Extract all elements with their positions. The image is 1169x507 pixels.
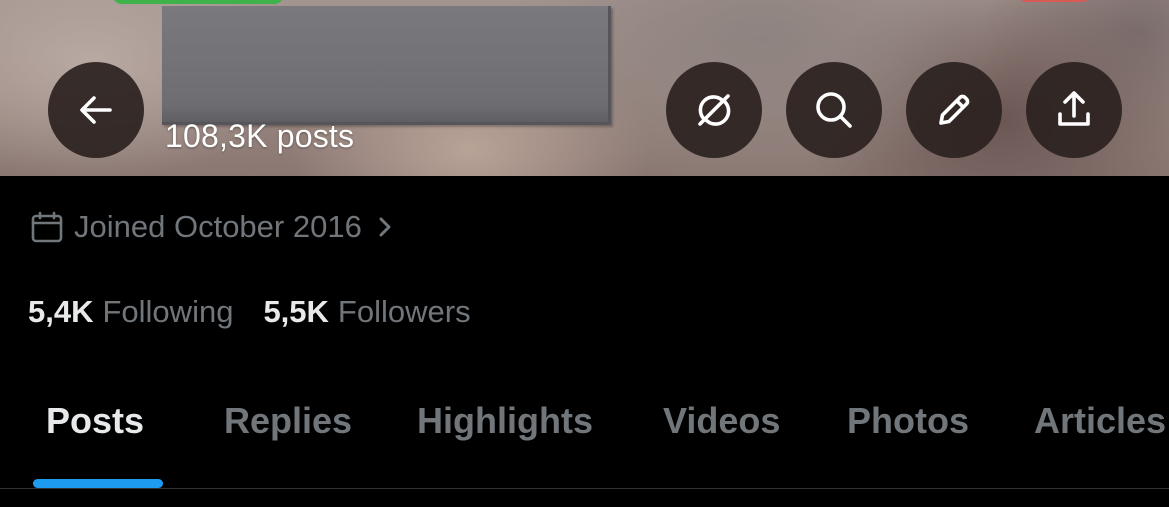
followers-count: 5,5K [263,294,329,329]
following-count: 5,4K [28,294,94,329]
calendar-icon [31,211,63,243]
tab-articles[interactable]: Articles [1034,400,1166,442]
status-indicator-red [1018,0,1090,2]
chevron-right-icon [379,217,391,237]
tab-highlights[interactable]: Highlights [417,400,593,442]
arrow-left-icon [80,96,112,124]
tabs-divider [0,488,1169,489]
tab-posts[interactable]: Posts [46,400,144,442]
joined-date-row[interactable]: Joined October 2016 [30,206,396,248]
grok-icon [698,94,731,126]
share-icon [1058,91,1090,126]
active-tab-indicator [33,479,163,488]
profile-tabs: Posts Replies Highlights Videos Photos A… [0,384,1169,488]
tab-replies[interactable]: Replies [224,400,352,442]
tab-videos[interactable]: Videos [663,400,780,442]
following-label: Following [102,294,234,329]
redacted-display-name [162,6,611,125]
tab-photos[interactable]: Photos [847,400,969,442]
pencil-icon [939,94,970,125]
grok-button[interactable] [666,62,762,158]
status-indicator-green [112,0,284,4]
follow-stats: 5,4K Following 5,5K Followers [28,294,501,330]
back-button[interactable] [48,62,144,158]
profile-header-banner: 108,3K posts [0,0,1169,176]
posts-count: 108,3K posts [165,118,355,154]
followers-link[interactable]: 5,5K Followers [263,294,470,330]
share-button[interactable] [1026,62,1122,158]
edit-button[interactable] [906,62,1002,158]
following-link[interactable]: 5,4K Following [28,294,233,330]
joined-date-text: Joined October 2016 [74,209,362,244]
search-icon [816,92,852,128]
followers-label: Followers [337,294,471,329]
search-button[interactable] [786,62,882,158]
